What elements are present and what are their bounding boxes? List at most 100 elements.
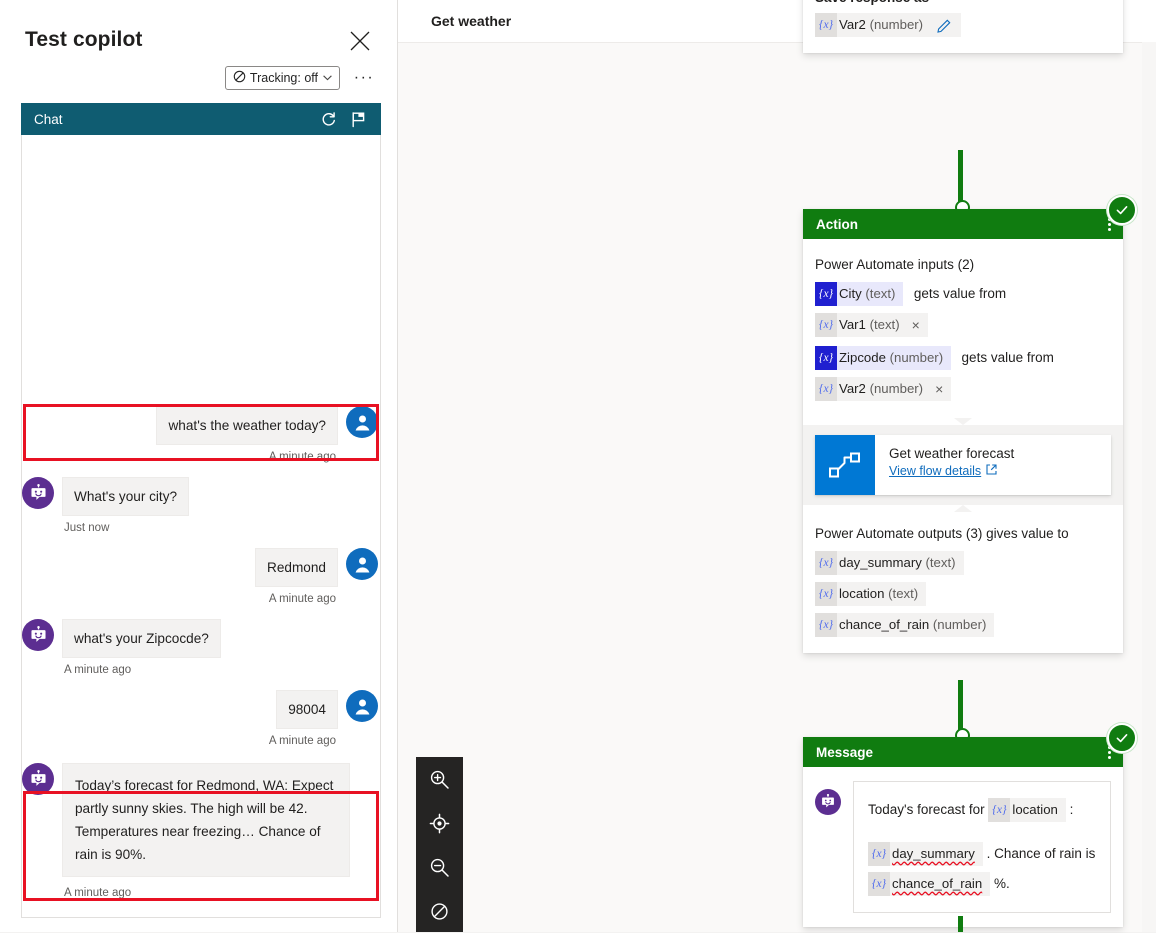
output-chip[interactable]: {x} chance_of_rain (number) — [815, 613, 995, 637]
avatar — [22, 763, 54, 795]
message-item: Today’s forecast for Redmond, WA: Expect… — [22, 747, 380, 899]
input-param-row: {x} Zipcode (number) gets value from — [815, 346, 1111, 370]
action-node-header[interactable]: Action — [803, 209, 1123, 239]
refresh-icon[interactable] — [320, 111, 337, 128]
remove-value-icon[interactable]: × — [907, 313, 928, 337]
variable-icon: {x} — [815, 613, 837, 637]
copilot-header: Test copilot — [0, 0, 397, 68]
chevron-down-icon — [323, 73, 332, 83]
chat-bubble: what's the weather today? — [156, 406, 338, 445]
chat-bubble: what's your Zipcocde? — [62, 619, 221, 658]
chat-row-user: Redmond — [22, 548, 378, 587]
value-name: Var1 — [839, 317, 866, 332]
copilot-subbar: Tracking: off ··· — [0, 66, 398, 98]
avatar — [346, 548, 378, 580]
chat-row-user: 98004 — [22, 690, 378, 729]
flow-card-title: Get weather forecast — [889, 446, 1015, 461]
message-node-title: Message — [816, 744, 874, 760]
variable-name: Var2 — [839, 17, 866, 32]
message-node: Message Today's forecast for {x} locatio… — [803, 737, 1123, 927]
param-name: Zipcode — [839, 350, 886, 365]
chat-bubble: What's your city? — [62, 477, 190, 516]
input-param-chip[interactable]: {x} Zipcode (number) — [815, 346, 952, 370]
message-text-editor[interactable]: Today's forecast for {x} location : {x} … — [853, 781, 1111, 913]
flow-canvas: Get weather {x} Var2 (number) Action Pow… — [398, 0, 1156, 932]
power-automate-icon — [815, 435, 875, 495]
message-item: 98004 A minute ago — [22, 676, 380, 747]
flag-icon[interactable] — [351, 111, 367, 128]
tracking-toggle-button[interactable]: Tracking: off — [224, 66, 340, 90]
test-copilot-panel: Test copilot Tracking: off ··· Chat what… — [0, 0, 398, 932]
message-item: What's your city? Just now — [22, 463, 380, 534]
output-row: {x} day_summary (text) — [815, 551, 1111, 575]
action-node: Action Power Automate inputs (2) {x} Cit… — [803, 209, 1123, 653]
param-type: (number) — [889, 350, 944, 365]
avatar — [22, 477, 54, 509]
output-row: {x} location (text) — [815, 582, 1111, 606]
flow-connector — [958, 916, 963, 932]
reset-zoom-icon[interactable] — [416, 889, 463, 933]
view-flow-details-link[interactable]: View flow details — [889, 464, 997, 478]
page-title: Test copilot — [25, 28, 143, 51]
input-value-chip[interactable]: {x} Var2 (number) × — [815, 377, 952, 401]
power-automate-flow-card[interactable]: Get weather forecast View flow details — [815, 435, 1111, 495]
message-line-1: Today's forecast for {x} location : — [868, 795, 1096, 825]
question-node: Number Save response as {x} Var2 (number… — [803, 0, 1123, 53]
message-variable-chip[interactable]: {x} location — [988, 798, 1066, 823]
variable-icon: {x} — [868, 872, 890, 897]
value-name: Var2 — [839, 381, 866, 396]
output-type: (text) — [925, 555, 956, 570]
remove-value-icon[interactable]: × — [931, 377, 952, 401]
param-name: City — [839, 286, 862, 301]
output-chip[interactable]: {x} location (text) — [815, 582, 927, 606]
chat-row-bot: What's your city? — [22, 477, 378, 516]
chat-bubble: Today’s forecast for Redmond, WA: Expect… — [62, 763, 350, 877]
variable-name: location — [1010, 798, 1066, 823]
zoom-out-icon[interactable] — [416, 845, 463, 889]
input-param-chip[interactable]: {x} City (text) — [815, 282, 904, 306]
message-variable-chip[interactable]: {x} day_summary — [868, 842, 983, 867]
input-value-chip[interactable]: {x} Var1 (text) × — [815, 313, 928, 337]
fit-to-screen-icon[interactable] — [416, 801, 463, 845]
canvas-title: Get weather — [431, 13, 512, 29]
input-value-row: {x} Var1 (text) × — [815, 313, 1111, 337]
message-line-2: {x} day_summary . Chance of rain is — [868, 839, 1096, 869]
chat-row-bot: what's your Zipcocde? — [22, 619, 378, 658]
close-icon[interactable] — [349, 30, 371, 52]
message-text: . Chance of rain is — [986, 846, 1096, 861]
save-response-variable[interactable]: {x} Var2 (number) — [815, 13, 962, 37]
canvas-scrollbar[interactable] — [1142, 42, 1156, 932]
message-variable-chip[interactable]: {x} chance_of_rain — [868, 872, 991, 897]
variable-icon: {x} — [815, 313, 837, 337]
avatar — [22, 619, 54, 651]
avatar — [346, 406, 378, 438]
tracking-off-icon — [233, 70, 246, 86]
message-timestamp: A minute ago — [64, 887, 132, 899]
avatar — [346, 690, 378, 722]
tracking-label: Tracking: off — [249, 71, 318, 85]
save-response-label: Save response as — [815, 0, 1111, 5]
more-options-button[interactable]: ··· — [352, 67, 376, 89]
card-notch-top — [954, 418, 972, 425]
variable-type: (number) — [869, 17, 924, 32]
pencil-icon[interactable] — [931, 18, 961, 33]
variable-icon: {x} — [988, 798, 1011, 823]
zoom-in-icon[interactable] — [416, 757, 463, 801]
message-timestamp: A minute ago — [268, 735, 336, 747]
variable-name: chance_of_rain — [890, 872, 991, 897]
output-name: day_summary — [839, 555, 922, 570]
gets-value-from-label: gets value from — [913, 286, 1007, 302]
chat-row-bot: Today’s forecast for Redmond, WA: Expect… — [22, 763, 378, 877]
variable-icon: {x} — [815, 346, 837, 370]
variable-icon: {x} — [815, 377, 837, 401]
chat-header-label: Chat — [34, 111, 63, 127]
message-timestamp: A minute ago — [64, 664, 132, 676]
message-node-header[interactable]: Message — [803, 737, 1123, 767]
output-chip[interactable]: {x} day_summary (text) — [815, 551, 964, 575]
message-item: what's your Zipcocde? A minute ago — [22, 605, 380, 676]
zoom-toolbar — [416, 757, 463, 932]
bot-avatar-icon — [815, 789, 841, 815]
param-type: (text) — [865, 286, 896, 301]
